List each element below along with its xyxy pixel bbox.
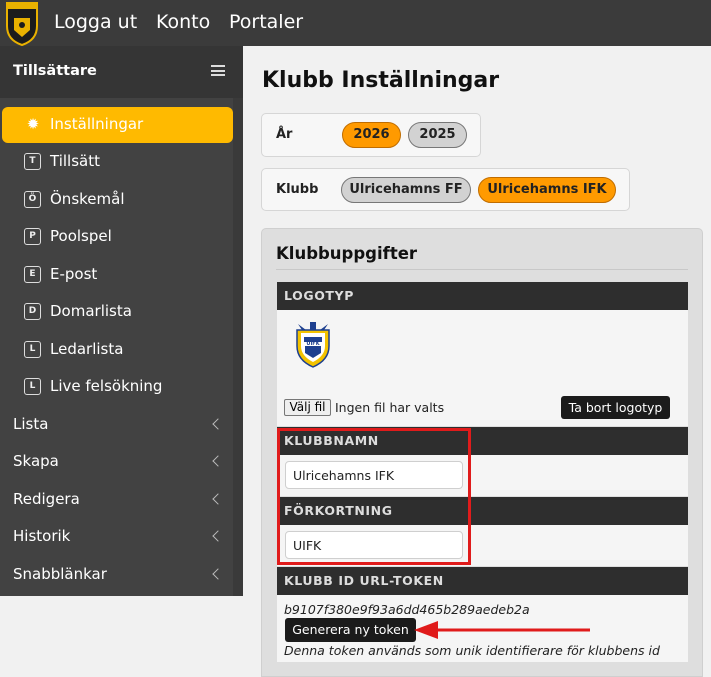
sidebar-item-label: Önskemål bbox=[50, 190, 125, 208]
sidebar-item-installningar[interactable]: ✹ Inställningar bbox=[2, 107, 233, 143]
page-title: Klubb Inställningar bbox=[262, 68, 500, 93]
annotation-arrow-icon bbox=[414, 621, 590, 639]
sidebar-item-label: E-post bbox=[50, 265, 98, 283]
letter-l-icon: L bbox=[24, 378, 41, 395]
sidebar-group-historik[interactable]: Historik bbox=[0, 519, 233, 555]
year-filter-label: År bbox=[276, 127, 293, 142]
sidebar-item-label: Poolspel bbox=[50, 227, 112, 245]
letter-p-icon: P bbox=[24, 228, 41, 245]
token-help-text: Denna token används som unik identifiera… bbox=[284, 643, 660, 658]
club-option-ulricehamns-ifk[interactable]: Ulricehamns IFK bbox=[478, 177, 616, 203]
account-link[interactable]: Konto bbox=[156, 0, 210, 46]
letter-l-icon: L bbox=[24, 341, 41, 358]
sidebar-group-label: Snabblänkar bbox=[13, 565, 107, 583]
sidebar-group-label: Lista bbox=[13, 415, 49, 433]
sidebar-item-label: Tillsätt bbox=[50, 152, 100, 170]
generate-token-button[interactable]: Generera ny token bbox=[285, 618, 416, 642]
club-filter-label: Klubb bbox=[276, 182, 319, 197]
letter-t-icon: T bbox=[24, 153, 41, 170]
sidebar-group-label: Redigera bbox=[13, 490, 80, 508]
token-value: b9107f380e9f93a6dd465b289aedeb2a bbox=[284, 602, 530, 617]
sidebar-item-tillsatt[interactable]: T Tillsätt bbox=[0, 144, 233, 180]
portals-link[interactable]: Portaler bbox=[229, 0, 303, 46]
club-option-ulricehamns-ff[interactable]: Ulricehamns FF bbox=[341, 177, 471, 203]
hamburger-menu-icon[interactable] bbox=[211, 65, 225, 76]
sidebar-group-label: Historik bbox=[13, 527, 71, 545]
sidebar-panel: Tillsättare ✹ Inställningar T Tillsätt Ö… bbox=[0, 46, 243, 596]
file-status-text: Ingen fil har valts bbox=[335, 400, 445, 415]
sidebar-item-label: Domarlista bbox=[50, 302, 132, 320]
year-option-2026[interactable]: 2026 bbox=[342, 122, 401, 148]
app-logo[interactable] bbox=[6, 2, 38, 46]
chevron-left-icon bbox=[212, 493, 224, 505]
letter-e-icon: E bbox=[24, 266, 41, 283]
sidebar-item-label: Inställningar bbox=[50, 115, 144, 133]
chevron-left-icon bbox=[212, 455, 224, 467]
top-bar: Logga ut Konto Portaler bbox=[0, 0, 711, 46]
chevron-left-icon bbox=[212, 418, 224, 430]
annotation-highlight-box bbox=[277, 428, 471, 565]
logout-link[interactable]: Logga ut bbox=[54, 0, 137, 46]
sidebar-group-label: Skapa bbox=[13, 452, 59, 470]
sidebar-title: Tillsättare bbox=[13, 63, 97, 79]
club-logo-image: UIFK bbox=[296, 322, 330, 368]
sidebar: Tillsättare ✹ Inställningar T Tillsätt Ö… bbox=[0, 46, 243, 677]
logo-section-header: LOGOTYP bbox=[277, 282, 688, 310]
club-logo-text: UIFK bbox=[306, 341, 320, 347]
card-divider bbox=[276, 269, 688, 270]
chevron-left-icon bbox=[212, 530, 224, 542]
club-filter: Klubb Ulricehamns FF Ulricehamns IFK bbox=[261, 168, 630, 211]
chevron-left-icon bbox=[212, 568, 224, 580]
sidebar-item-ledarlista[interactable]: L Ledarlista bbox=[0, 332, 233, 368]
sidebar-item-live-felsokning[interactable]: L Live felsökning bbox=[0, 369, 233, 405]
sidebar-header: Tillsättare bbox=[0, 46, 243, 98]
sidebar-group-lista[interactable]: Lista bbox=[0, 407, 233, 443]
card-title: Klubbuppgifter bbox=[276, 244, 418, 263]
letter-o-icon: Ö bbox=[24, 191, 41, 208]
sidebar-item-label: Live felsökning bbox=[50, 377, 163, 395]
gear-icon: ✹ bbox=[26, 115, 40, 133]
sidebar-scrollbar[interactable] bbox=[233, 98, 243, 596]
sidebar-item-poolspel[interactable]: P Poolspel bbox=[0, 219, 233, 255]
year-option-2025[interactable]: 2025 bbox=[408, 122, 467, 148]
sidebar-item-domarlista[interactable]: D Domarlista bbox=[0, 294, 233, 330]
choose-file-button[interactable]: Välj fil bbox=[284, 399, 331, 416]
sidebar-item-label: Ledarlista bbox=[50, 340, 124, 358]
sidebar-item-onskemal[interactable]: Ö Önskemål bbox=[0, 182, 233, 218]
token-section-header: KLUBB ID URL-TOKEN bbox=[277, 567, 688, 595]
sidebar-group-skapa[interactable]: Skapa bbox=[0, 444, 233, 480]
letter-d-icon: D bbox=[24, 303, 41, 320]
sidebar-group-redigera[interactable]: Redigera bbox=[0, 482, 233, 518]
remove-logo-button[interactable]: Ta bort logotyp bbox=[561, 396, 670, 419]
sidebar-item-epost[interactable]: E E-post bbox=[0, 257, 233, 293]
year-filter: År 2026 2025 bbox=[261, 113, 481, 157]
sidebar-group-snabblankar[interactable]: Snabblänkar bbox=[0, 557, 233, 593]
